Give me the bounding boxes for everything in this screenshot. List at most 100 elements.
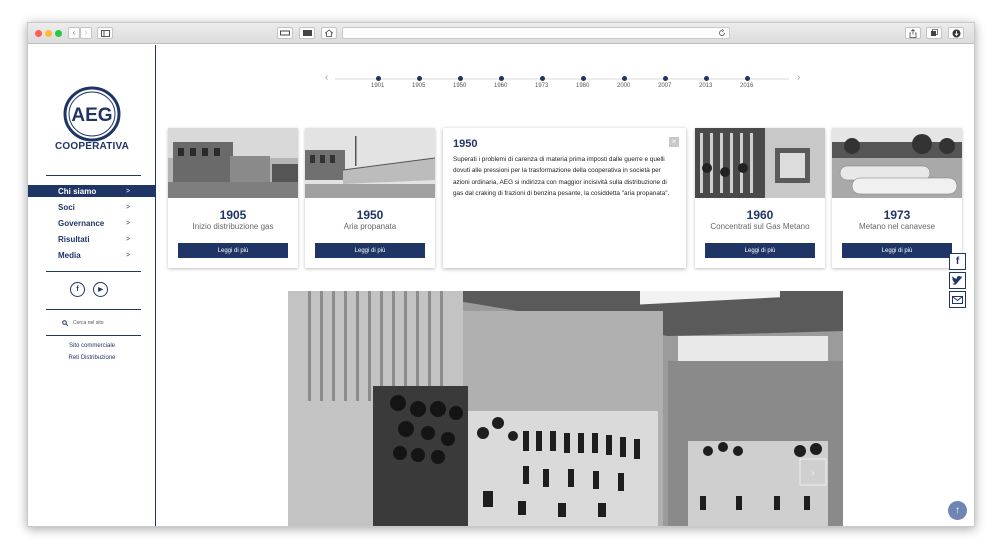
photo-1905-building <box>168 128 298 198</box>
link-reti-distribuzione[interactable]: Reti Distribuzione <box>28 355 156 361</box>
search-label: Cerca nel sito <box>73 320 104 326</box>
nav-item-label: Media <box>58 250 81 260</box>
timeline-year[interactable]: 2000 <box>617 83 630 89</box>
divider <box>46 271 141 272</box>
chevron-left-icon: ‹ <box>72 28 76 37</box>
timeline-next-button[interactable]: › <box>797 72 800 83</box>
expanded-description: Superati i problemi di carenza di materi… <box>453 156 670 197</box>
read-more-button[interactable]: Leggi di più <box>178 243 288 258</box>
timeline-prev-button[interactable]: ‹ <box>325 72 328 83</box>
photo-1950-factory <box>305 128 435 198</box>
timeline-card-1905: 1905 Inizio distribuzione gas Leggi di p… <box>168 128 298 268</box>
nav-item-media[interactable]: Media > <box>28 249 156 261</box>
link-sito-commerciale[interactable]: Sito commerciale <box>28 343 156 349</box>
timeline-year[interactable]: 1960 <box>494 83 507 89</box>
card-caption: Metano nel canavese <box>858 222 936 231</box>
icloud-tabs-button[interactable] <box>277 27 293 39</box>
email-icon <box>952 295 963 304</box>
nav-item-risultati[interactable]: Risultati > <box>28 233 156 245</box>
divider <box>46 175 141 176</box>
timeline-dot-2016[interactable] <box>745 76 750 81</box>
timeline-year[interactable]: 1980 <box>576 83 589 89</box>
card-year: 1905 <box>219 208 247 222</box>
timeline-dot-2000[interactable] <box>622 76 627 81</box>
chevron-right-icon: > <box>126 219 131 227</box>
timeline-dot-2013[interactable] <box>704 76 709 81</box>
card-caption: Inizio distribuzione gas <box>192 222 274 231</box>
facebook-icon[interactable]: f <box>70 282 85 297</box>
share-button[interactable] <box>905 27 921 39</box>
timeline-year[interactable]: 1973 <box>535 83 548 89</box>
nav-item-label: Soci <box>58 202 75 212</box>
photo-1973-tanks <box>832 128 962 198</box>
address-bar[interactable] <box>342 27 730 39</box>
read-more-button[interactable]: Leggi di più <box>705 243 815 258</box>
reload-icon[interactable] <box>718 29 726 37</box>
timeline-track <box>335 78 789 80</box>
tabs-button[interactable] <box>926 27 942 39</box>
timeline-year[interactable]: 1905 <box>412 83 425 89</box>
aeg-logo[interactable]: AEG <box>63 85 121 143</box>
chevron-right-icon: > <box>126 235 131 243</box>
sidebar-toggle-button[interactable] <box>97 27 113 39</box>
sidebar: AEG COOPERATIVA Chi siamo > Soci > Gover… <box>28 45 156 526</box>
home-icon <box>325 29 333 37</box>
browser-toolbar: ‹ › <box>28 23 974 44</box>
scroll-to-top-button[interactable]: ↑ <box>948 501 967 520</box>
facebook-share-button[interactable]: f <box>949 253 966 270</box>
tabs-icon <box>931 29 938 36</box>
read-more-button[interactable]: Leggi di più <box>842 243 952 258</box>
chevron-right-icon: › <box>84 28 88 37</box>
timeline-year[interactable]: 2016 <box>740 83 753 89</box>
svg-text:›: › <box>811 468 814 479</box>
minimize-window-button[interactable] <box>45 30 52 37</box>
timeline-year[interactable]: 2013 <box>699 83 712 89</box>
timeline-dot-1905[interactable] <box>417 76 422 81</box>
forward-button[interactable]: › <box>80 27 92 39</box>
nav-item-chi-siamo[interactable]: Chi siamo > <box>28 185 156 197</box>
card-caption: Concentrati sul Gas Metano <box>710 222 810 231</box>
close-icon[interactable]: × <box>669 137 679 147</box>
card-year: 1973 <box>883 208 911 222</box>
home-button[interactable] <box>321 27 337 39</box>
main-content: ‹ › 1901 1905 1950 1960 1973 1980 2000 2… <box>157 45 974 526</box>
timeline-year[interactable]: 1950 <box>453 83 466 89</box>
youtube-icon[interactable]: ▶ <box>93 282 108 297</box>
grid-icon <box>302 30 312 36</box>
downloads-button[interactable] <box>948 27 964 39</box>
chevron-right-icon: > <box>126 251 131 259</box>
card-year: 1950 <box>356 208 384 222</box>
top-sites-button[interactable] <box>299 27 315 39</box>
nav-item-label: Risultati <box>58 234 90 244</box>
read-more-button[interactable]: Leggi di più <box>315 243 425 258</box>
glasses-icon <box>280 30 290 36</box>
timeline-card-1973: 1973 Metano nel canavese Leggi di più <box>832 128 962 268</box>
close-window-button[interactable] <box>35 30 42 37</box>
email-share-button[interactable] <box>949 291 966 308</box>
browser-window: ‹ › AEG COOPERATIVA Chi siamo > Soci > G… <box>27 22 975 527</box>
logo-text: AEG <box>71 105 112 126</box>
share-bar: f <box>949 253 966 310</box>
zoom-window-button[interactable] <box>55 30 62 37</box>
expanded-year: 1950 <box>453 138 478 150</box>
nav-item-soci[interactable]: Soci > <box>28 201 156 213</box>
timeline-dot-1980[interactable] <box>581 76 586 81</box>
timeline-dot-1973[interactable] <box>540 76 545 81</box>
twitter-share-button[interactable] <box>949 272 966 289</box>
timeline-card-1950: 1950 Aria propanata Leggi di più <box>305 128 435 268</box>
search-link[interactable]: Cerca nel sito <box>62 320 104 326</box>
timeline-dot-1901[interactable] <box>376 76 381 81</box>
nav-item-governance[interactable]: Governance > <box>28 217 156 229</box>
hero-photo-control-room: › <box>288 291 843 526</box>
back-button[interactable]: ‹ <box>68 27 80 39</box>
timeline-dot-1950[interactable] <box>458 76 463 81</box>
timeline-dot-2007[interactable] <box>663 76 668 81</box>
expanded-card-1950: 1950 × Superati i problemi di carenza di… <box>443 128 686 268</box>
timeline-dot-1960[interactable] <box>499 76 504 81</box>
timeline-year[interactable]: 2007 <box>658 83 671 89</box>
chevron-right-icon: > <box>126 187 131 195</box>
twitter-icon <box>952 276 963 285</box>
card-caption: Aria propanata <box>343 222 397 231</box>
timeline-year[interactable]: 1901 <box>371 83 384 89</box>
search-icon <box>62 320 68 326</box>
